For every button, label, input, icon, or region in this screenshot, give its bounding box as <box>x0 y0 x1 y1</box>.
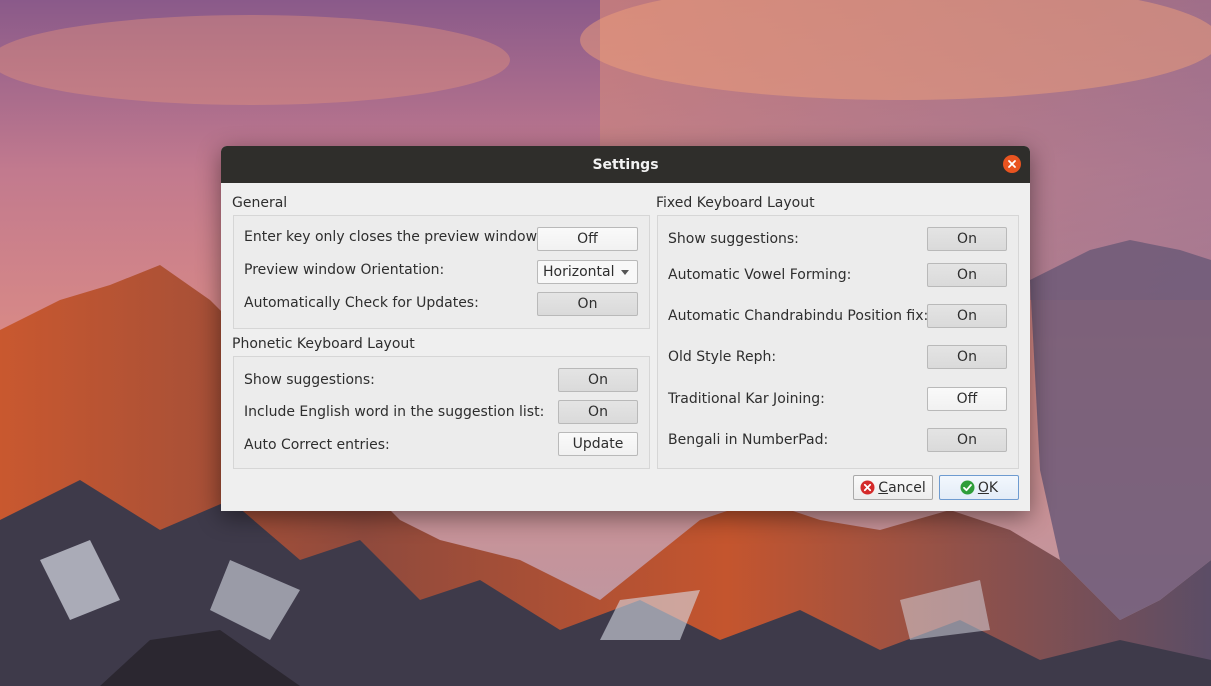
fixed-suggestions-toggle[interactable]: On <box>927 227 1007 251</box>
ok-button[interactable]: OK <box>939 475 1019 500</box>
settings-dialog: Settings General Enter key only closes t… <box>221 146 1030 511</box>
fixed-group-title: Fixed Keyboard Layout <box>656 195 815 211</box>
orientation-label: Preview window Orientation: <box>244 262 445 278</box>
cancel-button[interactable]: Cancel <box>853 475 933 500</box>
general-group: Enter key only closes the preview window… <box>233 215 650 329</box>
phonetic-group-title: Phonetic Keyboard Layout <box>232 336 415 352</box>
auto-correct-update-button[interactable]: Update <box>558 432 638 456</box>
phonetic-suggestions-label: Show suggestions: <box>244 372 375 388</box>
enter-key-toggle[interactable]: Off <box>537 227 638 251</box>
phonetic-group: Show suggestions: On Include English wor… <box>233 356 650 469</box>
cancel-icon <box>860 480 875 495</box>
kar-joining-label: Traditional Kar Joining: <box>668 391 825 407</box>
vowel-forming-label: Automatic Vowel Forming: <box>668 267 852 283</box>
title-bar[interactable]: Settings <box>221 146 1030 183</box>
chandrabindu-label: Automatic Chandrabindu Position fix: <box>668 308 929 324</box>
kar-joining-toggle[interactable]: Off <box>927 387 1007 411</box>
enter-key-label: Enter key only closes the preview window… <box>244 229 541 245</box>
updates-toggle[interactable]: On <box>537 292 638 316</box>
orientation-combo[interactable]: Horizontal <box>537 260 638 284</box>
checkmark-icon <box>960 480 975 495</box>
chandrabindu-toggle[interactable]: On <box>927 304 1007 328</box>
include-english-toggle[interactable]: On <box>558 400 638 424</box>
general-group-title: General <box>232 195 288 211</box>
ok-label: OK <box>977 479 999 496</box>
vowel-forming-toggle[interactable]: On <box>927 263 1007 287</box>
numberpad-label: Bengali in NumberPad: <box>668 432 829 448</box>
phonetic-suggestions-toggle[interactable]: On <box>558 368 638 392</box>
close-button[interactable] <box>1003 155 1021 173</box>
orientation-value: Horizontal <box>543 264 615 280</box>
numberpad-toggle[interactable]: On <box>927 428 1007 452</box>
dropdown-arrow-icon <box>621 270 629 275</box>
include-english-label: Include English word in the suggestion l… <box>244 404 545 420</box>
updates-label: Automatically Check for Updates: <box>244 295 479 311</box>
cancel-label: Cancel <box>878 479 926 496</box>
window-title: Settings <box>592 156 659 173</box>
old-style-reph-label: Old Style Reph: <box>668 349 777 365</box>
fixed-group: Show suggestions: On Automatic Vowel For… <box>657 215 1019 469</box>
auto-correct-label: Auto Correct entries: <box>244 437 390 453</box>
fixed-suggestions-label: Show suggestions: <box>668 231 799 247</box>
close-icon <box>1008 160 1016 168</box>
old-style-reph-toggle[interactable]: On <box>927 345 1007 369</box>
